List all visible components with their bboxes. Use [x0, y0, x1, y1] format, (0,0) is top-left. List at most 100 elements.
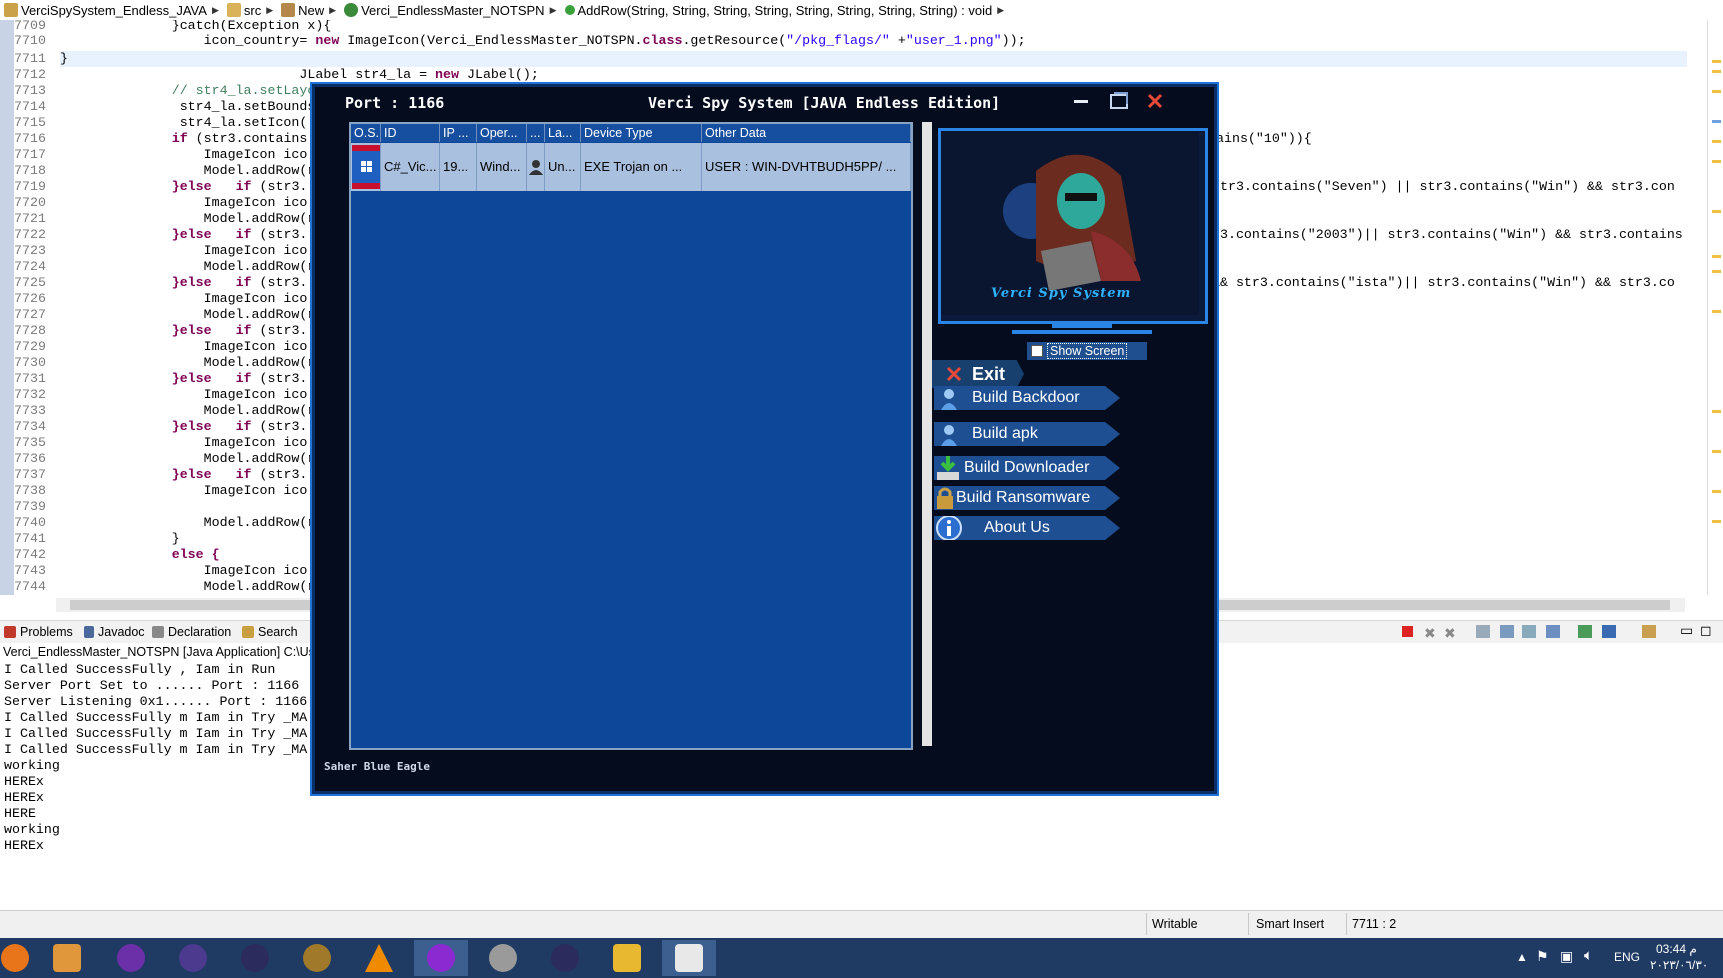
- scroll-lock-icon[interactable]: [1500, 625, 1514, 638]
- col-language[interactable]: La...: [545, 124, 581, 142]
- col-user[interactable]: ...: [527, 124, 545, 142]
- overview-ruler[interactable]: [1707, 20, 1723, 595]
- windows-taskbar: ▲ ⚑ ▣ 🔈︎ ENG 03:44 م ٢٠٢٣/٠٦/٣٠: [0, 938, 1723, 978]
- network-icon[interactable]: ▣: [1560, 948, 1573, 965]
- word-wrap-icon[interactable]: [1522, 625, 1536, 638]
- table-row[interactable]: C#_Vic... 19... Wind... Un... EXE Trojan…: [351, 143, 911, 191]
- show-screen-checkbox[interactable]: [1031, 345, 1043, 357]
- info-icon: [936, 516, 962, 540]
- code-line: 7734 }else if (str3.: [14, 419, 308, 434]
- windows-flag-icon: [351, 145, 380, 189]
- col-os[interactable]: O.S.: [351, 124, 381, 142]
- taskbar-java[interactable]: [662, 940, 716, 976]
- speaker-icon: [489, 944, 517, 972]
- taskbar-mask[interactable]: [414, 940, 468, 976]
- crumb-package[interactable]: New ▶: [277, 3, 336, 18]
- new-console-icon[interactable]: [1642, 625, 1656, 638]
- window-titlebar[interactable]: Port : 1166 Verci Spy System [JAVA Endle…: [312, 84, 1217, 120]
- language-indicator[interactable]: ENG: [1614, 950, 1640, 964]
- tab-declaration[interactable]: Declaration: [152, 624, 231, 640]
- col-device-type[interactable]: Device Type: [581, 124, 702, 142]
- search-icon: [242, 626, 254, 638]
- close-button[interactable]: [1144, 90, 1166, 112]
- build-backdoor-button[interactable]: Build Backdoor: [934, 386, 1120, 410]
- minimize-view-icon[interactable]: ▭: [1680, 622, 1693, 639]
- code-line: 7718 Model.addRow(r: [14, 163, 316, 178]
- victims-table[interactable]: O.S. ID IP ... Oper... ... La... Device …: [349, 122, 913, 750]
- col-other-data[interactable]: Other Data: [702, 124, 911, 142]
- code-line: 7729 ImageIcon ico: [14, 339, 308, 354]
- volume-icon[interactable]: 🔈︎: [1584, 947, 1593, 964]
- maximize-view-icon[interactable]: ◻: [1700, 622, 1712, 639]
- tab-search[interactable]: Search: [242, 624, 298, 640]
- build-apk-button[interactable]: Build apk: [934, 422, 1120, 446]
- clock-time[interactable]: 03:44 م: [1656, 942, 1697, 956]
- console-line: Server Port Set to ...... Port : 1166: [4, 678, 300, 693]
- clock-date[interactable]: ٢٠٢٣/٠٦/٣٠: [1650, 958, 1708, 972]
- taskbar-spy[interactable]: [290, 940, 344, 976]
- exit-button[interactable]: Exit: [932, 360, 1024, 388]
- folder-icon: [613, 944, 641, 972]
- code-line: 7736 Model.addRow(r: [14, 451, 316, 466]
- display-console-icon[interactable]: [1602, 625, 1616, 638]
- cell-user: [527, 143, 545, 191]
- col-operating-system[interactable]: Oper...: [477, 124, 527, 142]
- taskbar-firefox[interactable]: [0, 940, 42, 976]
- window-title: Verci Spy System [JAVA Endless Edition]: [648, 94, 1001, 112]
- code-line: 7710 icon_country= new ImageIcon(Verci_E…: [14, 33, 1026, 48]
- code-line: 7716 if (str3.contains: [14, 131, 308, 146]
- build-downloader-button[interactable]: Build Downloader: [934, 456, 1120, 480]
- flag-icon[interactable]: ⚑: [1536, 948, 1549, 965]
- taskbar-media[interactable]: [40, 940, 94, 976]
- taskbar-speaker[interactable]: [476, 940, 530, 976]
- crumb-project[interactable]: VerciSpySystem_Endless_JAVA ▶: [0, 3, 219, 18]
- about-us-button[interactable]: About Us: [934, 516, 1120, 540]
- status-cursor-position: 7711 : 2: [1352, 917, 1397, 931]
- build-ransomware-button[interactable]: Build Ransomware: [934, 486, 1120, 510]
- code-line: 7711}: [14, 51, 68, 66]
- table-scrollbar[interactable]: [922, 122, 932, 746]
- taskbar-eclipse2[interactable]: [228, 940, 282, 976]
- minimize-icon: [1074, 100, 1088, 103]
- status-insert-mode: Smart Insert: [1256, 917, 1325, 931]
- crumb-class[interactable]: Verci_EndlessMaster_NOTSPN ▶: [340, 3, 557, 18]
- user-icon: [528, 160, 543, 175]
- remove-launch-icon[interactable]: ✖: [1424, 625, 1436, 642]
- tab-javadoc[interactable]: Javadoc: [84, 624, 145, 640]
- taskbar-eclipse1[interactable]: [166, 940, 220, 976]
- remove-all-icon[interactable]: ✖: [1444, 625, 1456, 642]
- pin-console-icon[interactable]: [1546, 625, 1560, 638]
- code-line: 7715 str4_la.setIcon(: [14, 115, 308, 130]
- close-icon: [1147, 93, 1163, 109]
- editor-gutter: [0, 20, 14, 595]
- show-screen-toggle[interactable]: Show Screen: [1027, 342, 1147, 360]
- code-line: 7732 ImageIcon ico: [14, 387, 308, 402]
- tab-problems[interactable]: Problems: [4, 624, 73, 640]
- console-line: I Called SuccessFully m Iam in Try _MA: [4, 710, 308, 725]
- code-line: 7723 ImageIcon ico: [14, 243, 308, 258]
- terminate-icon[interactable]: [1402, 626, 1413, 637]
- taskbar-folder[interactable]: [600, 940, 654, 976]
- col-ip[interactable]: IP ...: [440, 124, 477, 142]
- open-console-icon[interactable]: [1578, 625, 1592, 638]
- console-line: I Called SuccessFully m Iam in Try _MA: [4, 742, 308, 757]
- console-icon[interactable]: [1476, 625, 1490, 638]
- code-line: 7738 ImageIcon ico: [14, 483, 308, 498]
- footer-credit: Saher Blue Eagle: [324, 760, 430, 773]
- taskbar-eclipse3[interactable]: [538, 940, 592, 976]
- code-line: 7743 ImageIcon ico: [14, 563, 308, 578]
- taskbar-app[interactable]: [104, 940, 158, 976]
- crumb-method[interactable]: AddRow(String, String, String, String, S…: [561, 3, 1004, 18]
- crumb-src[interactable]: src ▶: [223, 3, 273, 18]
- taskbar-vlc[interactable]: [352, 940, 406, 976]
- problems-icon: [4, 626, 16, 638]
- console-line: HERE: [4, 806, 36, 821]
- console-line: I Called SuccessFully m Iam in Try _MA: [4, 726, 308, 741]
- show-hidden-icons[interactable]: ▲: [1516, 950, 1528, 964]
- col-id[interactable]: ID: [381, 124, 440, 142]
- cell-device-type: EXE Trojan on ...: [581, 143, 702, 191]
- minimize-button[interactable]: [1070, 90, 1092, 112]
- code-line: 7719 }else if (str3.: [14, 179, 308, 194]
- maximize-button[interactable]: [1108, 90, 1130, 112]
- status-writable: Writable: [1152, 917, 1198, 931]
